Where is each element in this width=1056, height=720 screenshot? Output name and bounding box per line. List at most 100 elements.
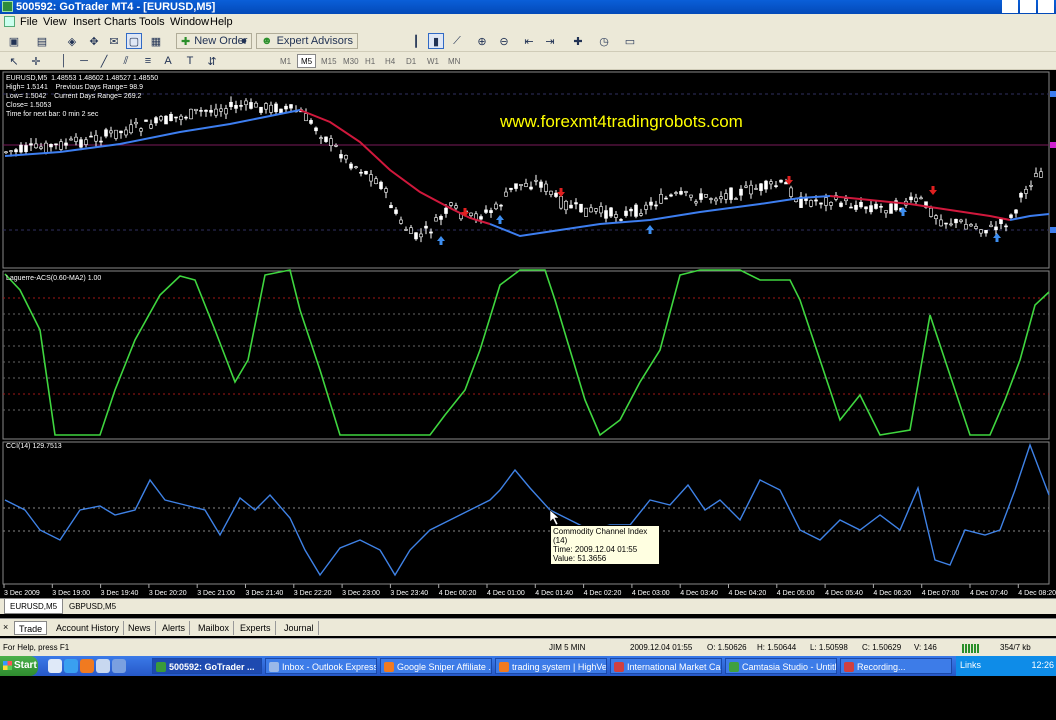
tab-news[interactable]: News bbox=[124, 621, 156, 635]
menu-tools[interactable]: Tools bbox=[139, 15, 165, 29]
text-tool-icon[interactable]: A bbox=[160, 53, 176, 69]
timeframe-m15[interactable]: M15 bbox=[317, 54, 341, 68]
terminal-icon[interactable]: ▢ bbox=[126, 33, 142, 49]
bar-chart-icon[interactable]: ┃ bbox=[408, 33, 424, 49]
task-gotrader[interactable]: 500592: GoTrader ... bbox=[152, 658, 262, 674]
candlestick-icon[interactable]: ▮ bbox=[428, 33, 444, 49]
status-high: H: 1.50644 bbox=[757, 643, 797, 652]
links-toolbar[interactable]: Links bbox=[960, 660, 981, 670]
expert-advisors-button[interactable]: ☻ Expert Advisors bbox=[256, 33, 358, 49]
candle-body bbox=[854, 204, 858, 210]
task-google-sniper[interactable]: Google Sniper Affiliate ... bbox=[380, 658, 492, 674]
clock: 12:26 bbox=[1031, 660, 1054, 670]
tab-account-history[interactable]: Account History bbox=[52, 621, 125, 635]
price-chart-canvas[interactable]: 3 Dec 2009 3 Dec 19:00 3 Dec 19:40 3 Dec 20… bbox=[0, 70, 1056, 598]
tab-eurusd-m5[interactable]: EURUSD,M5 bbox=[4, 599, 64, 614]
timeframe-mn[interactable]: MN bbox=[444, 54, 464, 68]
new-chart-icon[interactable]: ▣ bbox=[6, 33, 22, 49]
window-title-bar[interactable]: 500592: GoTrader MT4 - [EURUSD,M5] bbox=[0, 0, 1056, 14]
menu-view[interactable]: View bbox=[43, 15, 67, 29]
candle-body bbox=[219, 108, 223, 112]
indicators-icon[interactable]: ✚ bbox=[570, 33, 586, 49]
candle-body bbox=[239, 105, 243, 107]
task-outlook[interactable]: Inbox - Outlook Express bbox=[265, 658, 377, 674]
media-icon[interactable] bbox=[112, 659, 126, 673]
candle-body bbox=[999, 219, 1003, 224]
menu-help[interactable]: Help bbox=[210, 15, 233, 29]
label-tool-icon[interactable]: T bbox=[182, 53, 198, 69]
timeframe-w1[interactable]: W1 bbox=[423, 54, 443, 68]
timeframe-m30[interactable]: M30 bbox=[339, 54, 363, 68]
line-chart-icon[interactable]: ⟋ bbox=[449, 33, 465, 49]
task-market-calendar[interactable]: International Market Cal... bbox=[610, 658, 722, 674]
crosshair-icon[interactable]: ✛ bbox=[28, 53, 44, 69]
firefox-icon[interactable] bbox=[80, 659, 94, 673]
ie-icon[interactable] bbox=[64, 659, 78, 673]
candle-body bbox=[679, 191, 683, 195]
tab-mailbox[interactable]: Mailbox bbox=[194, 621, 235, 635]
market-watch-icon[interactable]: ◈ bbox=[64, 33, 80, 49]
zoom-out-icon[interactable]: ⊖ bbox=[496, 33, 512, 49]
periods-icon[interactable]: ◷ bbox=[596, 33, 612, 49]
tab-experts[interactable]: Experts bbox=[236, 621, 276, 635]
profiles-icon[interactable]: ▤ bbox=[34, 33, 50, 49]
navigator-icon[interactable]: ✥ bbox=[86, 33, 102, 49]
main-pane-border bbox=[2, 71, 1050, 269]
horizontal-line-icon[interactable]: ─ bbox=[76, 53, 92, 69]
tab-gbpusd-m5[interactable]: GBPUSD,M5 bbox=[64, 599, 121, 614]
timeframe-m5[interactable]: M5 bbox=[297, 54, 317, 68]
menu-window[interactable]: Window bbox=[170, 15, 209, 29]
zoom-in-icon[interactable]: ⊕ bbox=[474, 33, 490, 49]
candle-body bbox=[879, 206, 883, 208]
candle-body bbox=[979, 229, 983, 234]
candle-body bbox=[94, 134, 98, 142]
timeframe-h4[interactable]: H4 bbox=[381, 54, 399, 68]
arrows-tool-icon[interactable]: ⇵ bbox=[204, 53, 220, 69]
candle-body bbox=[369, 174, 373, 182]
metaeditor-icon[interactable]: ● bbox=[236, 33, 252, 49]
channel-icon[interactable]: ⫽ bbox=[118, 53, 134, 69]
start-button[interactable]: Start bbox=[0, 656, 38, 676]
time-axis-label: 4 Dec 06:20 bbox=[873, 590, 911, 597]
task-trading-system[interactable]: trading system | HighVel... bbox=[495, 658, 607, 674]
candle-body bbox=[534, 179, 538, 182]
auto-scroll-icon[interactable]: ⇤ bbox=[521, 33, 537, 49]
status-profile[interactable]: JIM 5 MIN bbox=[549, 643, 585, 652]
maximize-button[interactable] bbox=[1020, 0, 1036, 13]
candle-body bbox=[224, 108, 228, 115]
strategy-tester-icon[interactable]: ▦ bbox=[148, 33, 164, 49]
show-desktop-icon[interactable] bbox=[48, 659, 62, 673]
task-recording[interactable]: Recording... bbox=[840, 658, 952, 674]
task-camtasia[interactable]: Camtasia Studio - Untitl... bbox=[725, 658, 837, 674]
candle-body bbox=[989, 224, 993, 227]
time-axis-label: 4 Dec 01:00 bbox=[487, 590, 525, 597]
menu-charts[interactable]: Charts bbox=[104, 15, 136, 29]
terminal-close-icon[interactable]: × bbox=[3, 622, 8, 632]
candle-body bbox=[469, 212, 473, 216]
chart-window[interactable]: 3 Dec 2009 3 Dec 19:00 3 Dec 19:40 3 Dec 20… bbox=[0, 70, 1056, 598]
templates-icon[interactable]: ▭ bbox=[622, 33, 638, 49]
minimize-button[interactable] bbox=[1002, 0, 1018, 13]
chart-info-high: High= 1.5141 Previous Days Range= 98.9 bbox=[6, 84, 143, 91]
menu-insert[interactable]: Insert bbox=[73, 15, 101, 29]
candle-body bbox=[334, 145, 338, 147]
chart-window-icon[interactable] bbox=[4, 16, 15, 27]
candle-body bbox=[954, 218, 958, 224]
data-window-icon[interactable]: ✉ bbox=[106, 33, 122, 49]
candle-body bbox=[204, 109, 208, 112]
chart-shift-icon[interactable]: ⇥ bbox=[542, 33, 558, 49]
tab-journal[interactable]: Journal bbox=[280, 621, 319, 635]
candle-body bbox=[139, 128, 143, 132]
tab-trade[interactable]: Trade bbox=[14, 621, 48, 635]
fibonacci-icon[interactable]: ≡ bbox=[140, 53, 156, 69]
timeframe-d1[interactable]: D1 bbox=[402, 54, 420, 68]
cursor-icon[interactable]: ↖ bbox=[6, 53, 22, 69]
close-button[interactable] bbox=[1038, 0, 1054, 13]
tab-alerts[interactable]: Alerts bbox=[158, 621, 191, 635]
trendline-icon[interactable]: ╱ bbox=[96, 53, 112, 69]
vertical-line-icon[interactable]: │ bbox=[56, 53, 72, 69]
menu-file[interactable]: File bbox=[20, 15, 38, 29]
timeframe-h1[interactable]: H1 bbox=[361, 54, 379, 68]
timeframe-m1[interactable]: M1 bbox=[276, 54, 295, 68]
outlook-icon[interactable] bbox=[96, 659, 110, 673]
